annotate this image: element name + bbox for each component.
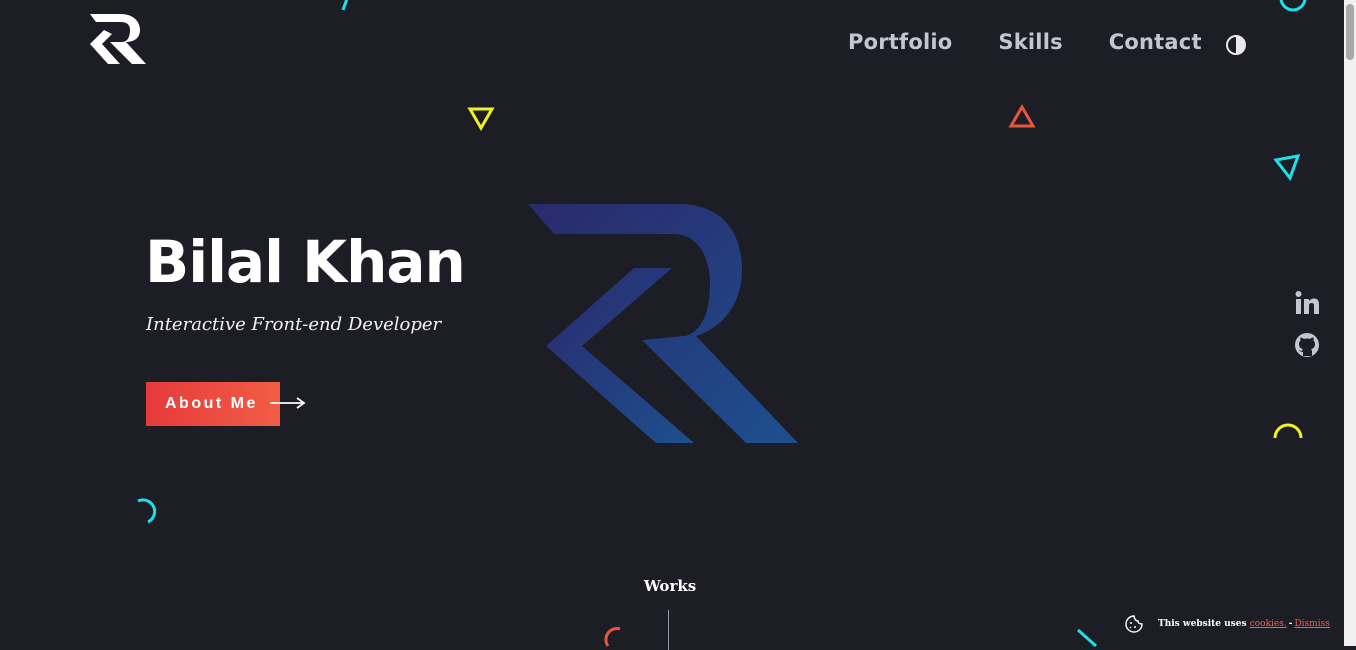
hero-name: Bilal Khan bbox=[145, 228, 466, 296]
arc-decoration bbox=[1273, 423, 1303, 439]
nav-link-skills[interactable]: Skills bbox=[998, 30, 1062, 54]
triangle-up-decoration bbox=[1008, 104, 1036, 128]
triangle-rotated-decoration bbox=[1273, 154, 1301, 182]
page-scrollbar[interactable] bbox=[1344, 0, 1356, 646]
cookie-icon bbox=[1125, 615, 1143, 633]
github-icon[interactable] bbox=[1294, 332, 1320, 358]
cookie-dismiss-link[interactable]: Dismiss bbox=[1294, 619, 1329, 629]
main-nav: Portfolio Skills Contact bbox=[848, 30, 1248, 54]
line-decoration bbox=[1077, 628, 1097, 648]
nav-link-portfolio[interactable]: Portfolio bbox=[848, 30, 952, 54]
hero-subtitle: Interactive Front-end Developer bbox=[146, 314, 442, 335]
background-logo-graphic bbox=[528, 204, 798, 443]
line-decoration bbox=[341, 0, 349, 11]
cookie-policy-link[interactable]: cookies. bbox=[1250, 619, 1287, 629]
about-me-button[interactable]: About Me bbox=[146, 382, 280, 426]
arrow-right-icon bbox=[270, 397, 306, 409]
arc-decoration bbox=[604, 627, 621, 647]
works-divider-line bbox=[668, 610, 669, 650]
linkedin-icon[interactable] bbox=[1294, 290, 1320, 316]
cookie-text: This website uses bbox=[1158, 619, 1247, 629]
cookie-consent-bar: This website uses cookies. - Dismiss bbox=[1124, 612, 1330, 636]
nav-link-contact[interactable]: Contact bbox=[1109, 30, 1202, 54]
logo-icon[interactable] bbox=[86, 12, 148, 66]
scrollbar-thumb[interactable] bbox=[1346, 4, 1354, 60]
arc-decoration bbox=[1279, 0, 1307, 12]
arc-decoration bbox=[137, 498, 157, 524]
works-section-label: Works bbox=[643, 577, 697, 595]
cookie-separator: - bbox=[1288, 619, 1293, 629]
triangle-down-decoration bbox=[467, 107, 495, 131]
theme-toggle-icon[interactable] bbox=[1225, 34, 1247, 56]
